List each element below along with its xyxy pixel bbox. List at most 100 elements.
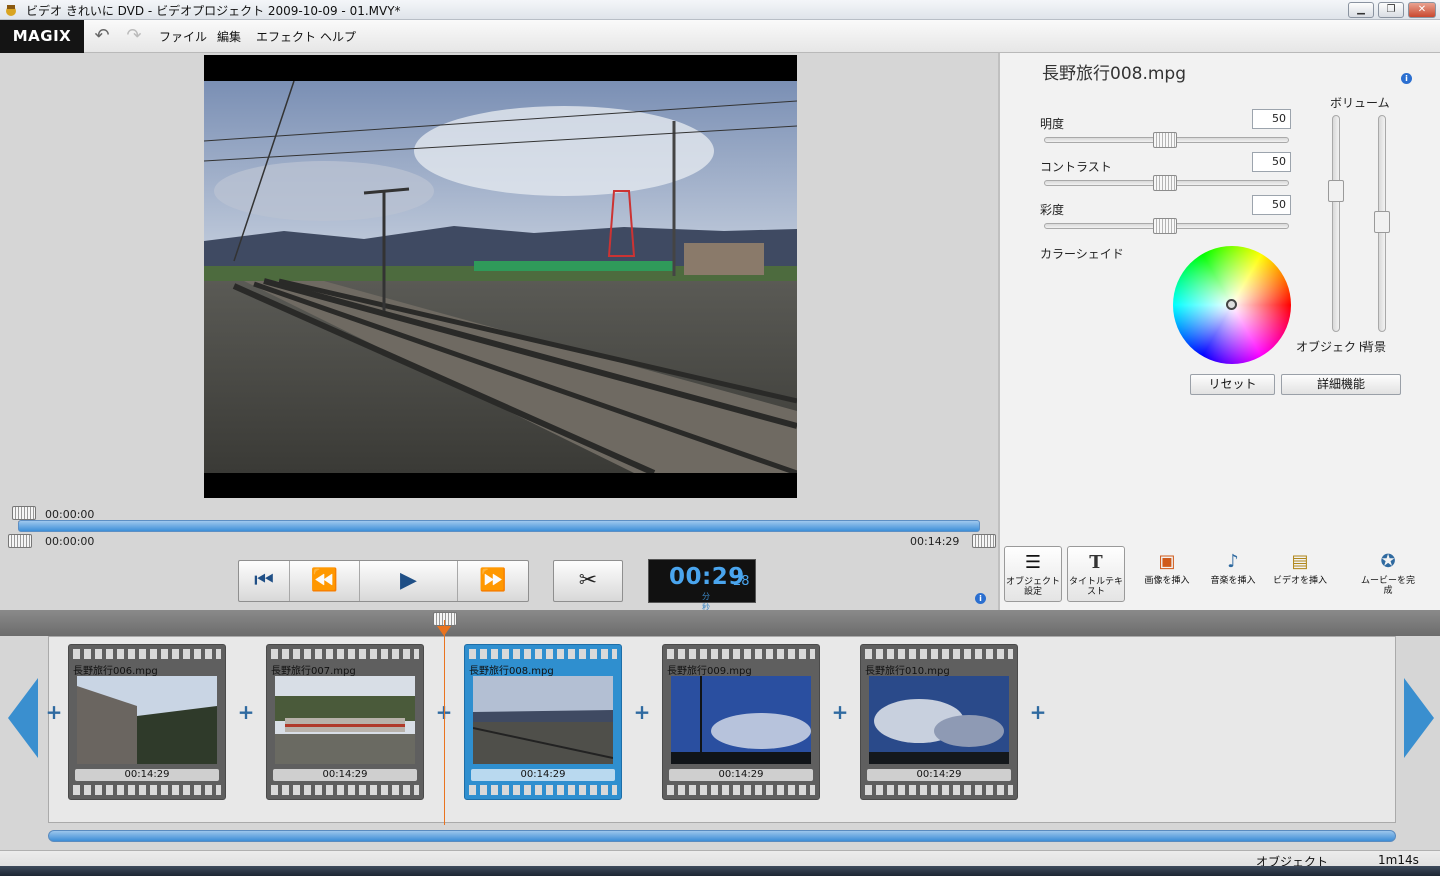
- insert-music-label: 音楽を挿入: [1210, 576, 1256, 586]
- cut-button[interactable]: ✂: [553, 560, 623, 602]
- info-icon[interactable]: i: [1401, 73, 1412, 84]
- start-time: 00:00:00: [45, 535, 95, 548]
- color-wheel[interactable]: [1173, 246, 1291, 364]
- object-name: 長野旅行008.mpg: [1042, 64, 1186, 84]
- minimize-button[interactable]: ▁: [1348, 2, 1374, 18]
- title-text-tool[interactable]: T タイトルテキスト: [1067, 546, 1125, 602]
- contrast-label: コントラスト: [1040, 160, 1112, 174]
- finish-movie-icon: ✪: [1380, 551, 1396, 572]
- contrast-input[interactable]: 50: [1252, 152, 1291, 172]
- clip-name: 長野旅行010.mpg: [865, 666, 950, 677]
- menu-file[interactable]: ファイル: [159, 28, 207, 45]
- timeline-scrollbar[interactable]: [48, 830, 1396, 842]
- brightness-slider-thumb[interactable]: [1153, 132, 1177, 148]
- go-to-start-button[interactable]: ⏮: [239, 561, 290, 601]
- object-volume-label: オブジェクト: [1296, 340, 1369, 354]
- status-total-time: 1m14s: [1378, 853, 1419, 867]
- play-icon: ▶: [400, 568, 417, 593]
- film-sprocket: [73, 785, 221, 795]
- time-counter: 00:29 28 分 秒 fr: [648, 559, 756, 622]
- rewind-icon: ⏪: [310, 568, 339, 593]
- clip-duration: 00:14:29: [669, 769, 813, 781]
- timeline-position-marker[interactable]: [433, 612, 457, 626]
- end-marker[interactable]: [972, 534, 996, 548]
- insert-image-tool[interactable]: ▣ 画像を挿入: [1138, 546, 1196, 602]
- close-button[interactable]: ✕: [1408, 2, 1436, 18]
- counter-frames: 28: [733, 574, 750, 589]
- app-icon: [6, 5, 16, 16]
- transport-area: 00:00:00 00:00:00 00:14:29 ⏮ ⏪ ▶ ⏩ ✂ 00:…: [0, 498, 998, 622]
- film-sprocket: [667, 785, 815, 795]
- insert-image-label: 画像を挿入: [1144, 576, 1190, 586]
- color-wheel-handle[interactable]: [1226, 299, 1237, 310]
- brightness-slider[interactable]: [1044, 132, 1289, 148]
- tools-toolbar: ☰ オブジェクト設定 T タイトルテキスト ▣ 画像を挿入 ♪ 音楽を挿入 ▤ …: [1000, 546, 1440, 610]
- menu-effect[interactable]: エフェクト: [256, 28, 316, 45]
- clip-item-selected[interactable]: 長野旅行008.mpg 00:14:29: [464, 644, 622, 800]
- insert-plus-icon[interactable]: +: [235, 701, 257, 723]
- menu-help[interactable]: ヘルプ: [320, 28, 356, 45]
- object-volume-slider[interactable]: [1328, 115, 1344, 332]
- scroll-left-icon[interactable]: [8, 678, 38, 758]
- saturation-slider[interactable]: [1044, 218, 1289, 234]
- background-volume-label: 背景: [1362, 340, 1387, 354]
- reset-button[interactable]: リセット: [1190, 374, 1275, 395]
- os-taskbar: [0, 866, 1440, 876]
- scroll-right-icon[interactable]: [1404, 678, 1434, 758]
- saturation-slider-thumb[interactable]: [1153, 218, 1177, 234]
- in-marker[interactable]: [12, 506, 36, 520]
- brightness-input[interactable]: 50: [1252, 109, 1291, 129]
- undo-icon[interactable]: ↶: [92, 26, 112, 46]
- film-sprocket: [271, 785, 419, 795]
- film-sprocket: [865, 649, 1013, 659]
- end-time: 00:14:29: [910, 535, 960, 548]
- clip-thumbnail: [869, 676, 1009, 764]
- film-sprocket: [271, 649, 419, 659]
- properties-pane: 長野旅行008.mpg i 明度 50 コントラスト 50 彩度 50 カラーシ…: [998, 53, 1440, 610]
- clip-name: 長野旅行008.mpg: [469, 666, 554, 677]
- object-volume-thumb[interactable]: [1328, 180, 1344, 202]
- saturation-input[interactable]: 50: [1252, 195, 1291, 215]
- close-icon: ✕: [1417, 4, 1427, 15]
- rewind-button[interactable]: ⏪: [290, 561, 360, 601]
- sliders-icon: ☰: [1024, 552, 1042, 573]
- clip-item[interactable]: 長野旅行009.mpg 00:14:29: [662, 644, 820, 800]
- info-icon[interactable]: i: [975, 593, 986, 604]
- clip-item[interactable]: 長野旅行007.mpg 00:14:29: [266, 644, 424, 800]
- clip-name: 長野旅行009.mpg: [667, 666, 752, 677]
- insert-plus-icon[interactable]: +: [43, 701, 65, 723]
- finish-movie-tool[interactable]: ✪ ムービーを完成: [1358, 546, 1418, 602]
- insert-video-icon: ▤: [1291, 551, 1309, 572]
- advanced-button[interactable]: 詳細機能: [1281, 374, 1401, 395]
- video-preview[interactable]: [204, 55, 797, 498]
- redo-icon[interactable]: ↷: [124, 26, 144, 46]
- scrub-bar[interactable]: [18, 520, 980, 532]
- preview-pane: [0, 53, 998, 498]
- clip-item[interactable]: 長野旅行006.mpg 00:14:29: [68, 644, 226, 800]
- clip-thumbnail: [77, 676, 217, 764]
- fast-forward-button[interactable]: ⏩: [458, 561, 528, 601]
- insert-plus-icon[interactable]: +: [631, 701, 653, 723]
- film-sprocket: [865, 785, 1013, 795]
- contrast-slider[interactable]: [1044, 175, 1289, 191]
- clip-item[interactable]: 長野旅行010.mpg 00:14:29: [860, 644, 1018, 800]
- insert-music-icon: ♪: [1227, 551, 1239, 572]
- menu-edit[interactable]: 編集: [217, 28, 241, 45]
- play-button[interactable]: ▶: [360, 561, 458, 601]
- title-text-label: タイトルテキスト: [1068, 577, 1123, 597]
- clip-thumbnail: [275, 676, 415, 764]
- insert-music-tool[interactable]: ♪ 音楽を挿入: [1204, 546, 1262, 602]
- object-settings-tool[interactable]: ☰ オブジェクト設定: [1004, 546, 1062, 602]
- insert-video-tool[interactable]: ▤ ビデオを挿入: [1271, 546, 1329, 602]
- background-volume-slider[interactable]: [1374, 115, 1390, 332]
- start-marker[interactable]: [8, 534, 32, 548]
- insert-plus-icon[interactable]: +: [1027, 701, 1049, 723]
- railway-scene-image: [204, 81, 797, 473]
- minimize-icon: ▁: [1357, 4, 1365, 15]
- restore-button[interactable]: ❐: [1378, 2, 1404, 18]
- insert-plus-icon[interactable]: +: [829, 701, 851, 723]
- contrast-slider-thumb[interactable]: [1153, 175, 1177, 191]
- background-volume-thumb[interactable]: [1374, 211, 1390, 233]
- timeline-ruler[interactable]: [0, 610, 1440, 636]
- object-settings-label: オブジェクト設定: [1005, 577, 1060, 597]
